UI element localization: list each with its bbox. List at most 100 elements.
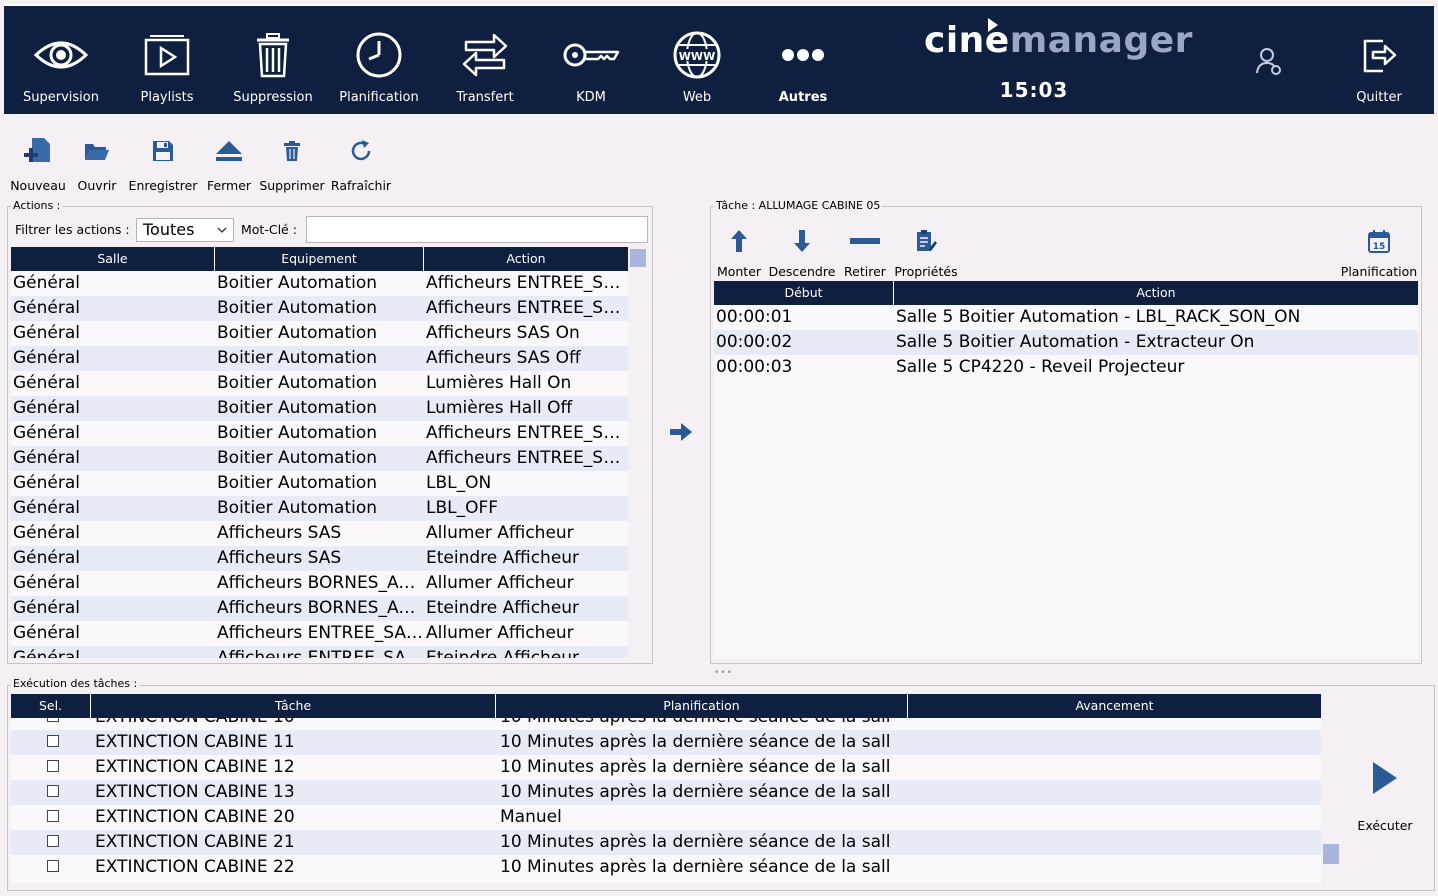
task-name-cell: EXTINCTION CABINE 12: [95, 757, 295, 777]
equipement-cell: Afficheurs BORNES_ACCUEIL: [217, 598, 424, 618]
column-header-avancement[interactable]: Avancement: [908, 694, 1321, 718]
column-header-debut[interactable]: Début: [714, 281, 894, 305]
column-header-sel[interactable]: Sel.: [11, 694, 91, 718]
filter-select[interactable]: Toutes: [136, 218, 234, 242]
table-row[interactable]: Général Afficheurs BORNES_ACCUEILEteindre…: [11, 596, 628, 621]
user-settings-icon[interactable]: [1254, 46, 1284, 80]
table-row[interactable]: EXTINCTION CABINE 11 10 Minutes après la …: [11, 730, 1321, 755]
select-checkbox[interactable]: [47, 735, 59, 747]
table-row[interactable]: Général Afficheurs ENTREE_SALLE Allumer Af…: [11, 621, 628, 646]
table-row[interactable]: Général Afficheurs SAS Allumer Afficheur: [11, 521, 628, 546]
equipement-cell: Afficheurs SAS: [217, 523, 342, 543]
table-row[interactable]: Général Boitier Automation Afficheurs ENTR…: [11, 446, 628, 471]
cinemanager-logo: cinemanager: [924, 18, 1194, 70]
select-cell: [11, 730, 91, 755]
execute-button[interactable]: Exécuter: [1350, 760, 1420, 833]
column-header-equipement[interactable]: Equipement: [215, 247, 424, 271]
open-button[interactable]: Ouvrir: [75, 132, 119, 193]
save-button[interactable]: Enregistrer: [126, 132, 200, 193]
nav-autres[interactable]: Autres: [751, 6, 855, 114]
table-row[interactable]: Général Boitier Automation Afficheurs ENTR…: [11, 296, 628, 321]
action-cell: LBL_ON: [426, 473, 492, 493]
table-row[interactable]: Général Boitier Automation Lumières Hall O…: [11, 371, 628, 396]
refresh-button[interactable]: Rafraîchir: [330, 132, 392, 193]
table-row[interactable]: Général Boitier Automation Afficheurs SAS …: [11, 346, 628, 371]
remove-button[interactable]: Retirer: [841, 222, 889, 279]
table-row[interactable]: EXTINCTION CABINE 12 10 Minutes après la …: [11, 755, 1321, 780]
close-button[interactable]: Fermer: [205, 132, 253, 193]
execution-scrollbar[interactable]: [1321, 694, 1341, 883]
salle-cell: Général: [13, 498, 80, 518]
nav-label: Web: [682, 90, 712, 105]
add-to-task-button[interactable]: [669, 422, 693, 446]
properties-button[interactable]: Propriétés: [892, 222, 960, 279]
trash-icon: [221, 28, 325, 82]
table-row[interactable]: EXTINCTION CABINE 20 Manuel: [11, 805, 1321, 830]
table-row[interactable]: 00:00:02 Salle 5 Boitier Automation - Ext…: [714, 330, 1418, 355]
select-checkbox[interactable]: [47, 860, 59, 872]
salle-cell: Général: [13, 298, 80, 318]
select-checkbox[interactable]: [47, 835, 59, 847]
nav-suppression[interactable]: Suppression: [221, 6, 325, 114]
nav-transfert[interactable]: Transfert: [433, 6, 537, 114]
actions-scrollbar[interactable]: [628, 247, 648, 658]
nav-web[interactable]: WWW Web: [645, 6, 749, 114]
table-row[interactable]: Général Boitier Automation Afficheurs SAS …: [11, 321, 628, 346]
column-header-action[interactable]: Action: [894, 281, 1418, 305]
column-header-planification[interactable]: Planification: [496, 694, 908, 718]
splitter-handle[interactable]: •••: [714, 668, 733, 678]
nav-label: Planification: [339, 90, 419, 105]
table-row[interactable]: EXTINCTION CABINE 21 10 Minutes après la …: [11, 830, 1321, 855]
table-row[interactable]: Général Afficheurs ENTREE_SALLE Eteindre A…: [11, 646, 628, 658]
table-row[interactable]: EXTINCTION CABINE 22 10 Minutes après la …: [11, 855, 1321, 880]
table-row[interactable]: 00:00:03 Salle 5 CP4220 - Reveil Projecte…: [714, 355, 1418, 380]
select-checkbox[interactable]: [47, 810, 59, 822]
table-row[interactable]: Général Boitier Automation Lumières Hall O…: [11, 396, 628, 421]
move-down-button[interactable]: Descendre: [766, 222, 838, 279]
filter-value: Toutes: [143, 220, 195, 239]
equipement-cell: Boitier Automation: [217, 273, 378, 293]
nav-kdm[interactable]: KDM: [539, 6, 643, 114]
select-cell: [11, 830, 91, 855]
salle-cell: Général: [13, 523, 80, 543]
play-triangle-icon: [988, 18, 998, 32]
nav-playlists[interactable]: Playlists: [115, 6, 219, 114]
select-cell: [11, 755, 91, 780]
nav-supervision[interactable]: Supervision: [9, 6, 113, 114]
column-header-salle[interactable]: Salle: [11, 247, 215, 271]
actions-scroll-thumb[interactable]: [630, 249, 646, 267]
table-row[interactable]: Général Boitier Automation Afficheurs ENTR…: [11, 421, 628, 446]
keyword-input[interactable]: [306, 216, 648, 243]
delete-button[interactable]: Supprimer: [258, 132, 326, 193]
column-header-tache[interactable]: Tâche: [91, 694, 496, 718]
task-name-cell: EXTINCTION CABINE 22: [95, 857, 295, 877]
new-button[interactable]: Nouveau: [8, 132, 68, 193]
table-row[interactable]: Général Boitier Automation Afficheurs ENTR…: [11, 271, 628, 296]
action-cell: Salle 5 Boitier Automation - Extracteur …: [896, 332, 1255, 352]
execute-label: Exécuter: [1357, 818, 1413, 833]
transfer-icon: [433, 28, 537, 82]
table-row[interactable]: Général Afficheurs SAS Eteindre Afficheur: [11, 546, 628, 571]
table-row[interactable]: EXTINCTION CABINE 1010 Minutes après la …: [11, 718, 1321, 730]
table-row[interactable]: 00:00:01 Salle 5 Boitier Automation - LBL…: [714, 305, 1418, 330]
select-checkbox[interactable]: [47, 785, 59, 797]
table-row[interactable]: Général Boitier Automation LBL_ON: [11, 471, 628, 496]
column-header-action[interactable]: Action: [424, 247, 628, 271]
select-checkbox[interactable]: [47, 718, 59, 722]
nav-quitter[interactable]: Quitter: [1327, 6, 1431, 114]
salle-cell: Général: [13, 548, 80, 568]
action-cell: Afficheurs ENTREE_SALLE_OFF: [426, 298, 628, 318]
execution-scroll-thumb[interactable]: [1323, 844, 1339, 864]
debut-cell: 00:00:02: [716, 332, 793, 352]
task-name-cell: EXTINCTION CABINE 10: [91, 718, 496, 730]
planning-button[interactable]: 15 Planification: [1340, 222, 1418, 279]
action-cell: Afficheurs SAS Off: [426, 348, 581, 368]
equipement-cell: Afficheurs ENTREE_SALLE: [217, 623, 424, 643]
table-row[interactable]: EXTINCTION CABINE 13 10 Minutes après la …: [11, 780, 1321, 805]
move-up-button[interactable]: Monter: [714, 222, 764, 279]
table-row[interactable]: Général Afficheurs BORNES_ACCUEILAllumer …: [11, 571, 628, 596]
planification-cell: 10 Minutes après la dernière séance de l…: [500, 732, 891, 752]
nav-planification[interactable]: Planification: [327, 6, 431, 114]
select-checkbox[interactable]: [47, 760, 59, 772]
table-row[interactable]: Général Boitier Automation LBL_OFF: [11, 496, 628, 521]
